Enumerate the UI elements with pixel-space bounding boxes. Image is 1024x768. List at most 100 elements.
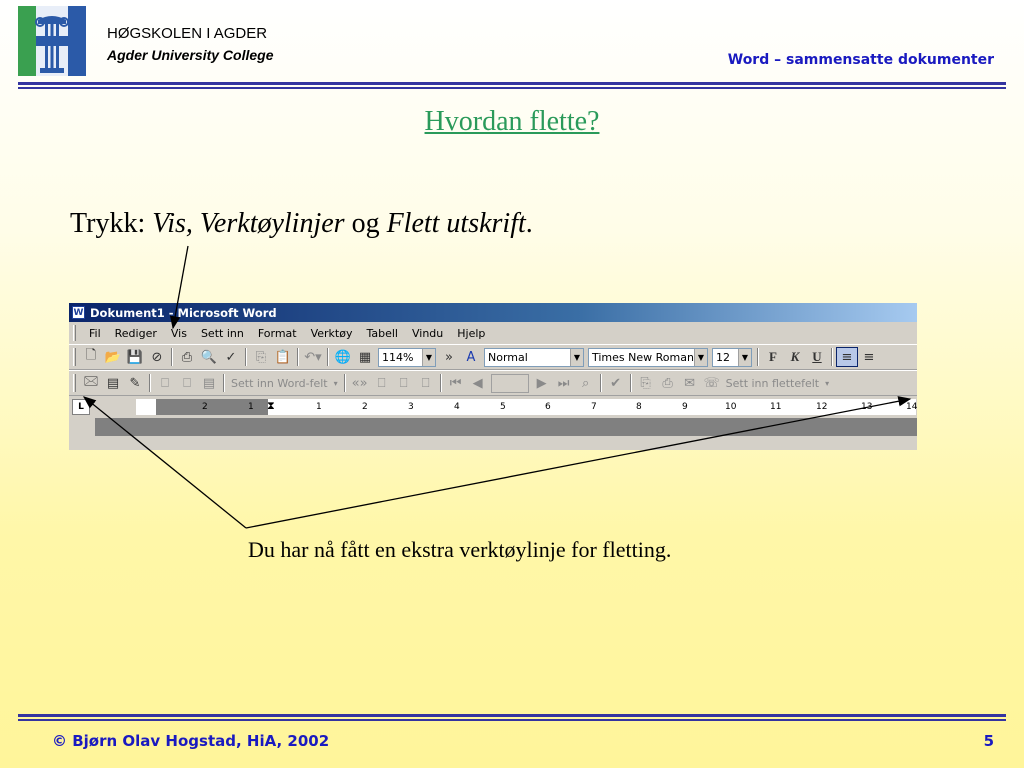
caption-text: Du har nå fått en ekstra verktøylinje fo… [248,537,672,562]
find-entry-icon[interactable]: ⌕ [575,373,597,393]
highlight-fields-icon[interactable]: ⎕ [371,373,393,393]
toolbar-separator [439,374,442,392]
align-left-icon[interactable]: ≡ [836,347,858,367]
horizontal-ruler[interactable]: 2 1 ⧗ 1 2 3 4 5 6 7 8 9 10 11 12 13 14 [136,399,917,415]
next-record-icon[interactable]: ▶ [531,373,553,393]
paste-icon[interactable]: 📋 [272,347,294,367]
ruler-number: 14 [906,402,917,412]
go-to-record-input[interactable] [490,373,529,393]
document-workspace [95,418,917,436]
page-number: 5 [983,732,994,750]
word-menubar: Fil Rediger Vis Sett inn Format Verktøy … [69,322,917,344]
ruler-number: 7 [591,402,597,412]
spelling-icon[interactable]: ✓ [220,347,242,367]
toolbar-separator [327,348,329,366]
match-fields-icon[interactable]: ⎕ [393,373,415,393]
zoom-select[interactable]: 114% ▼ [378,347,436,367]
recipients-icon[interactable]: ✎ [124,373,146,393]
style-value: Normal [488,350,528,364]
italic-button[interactable]: K [784,347,806,367]
insert-merge-fields-icon[interactable]: ▤ [198,373,220,393]
toolbar-separator [831,348,833,366]
school-logo [18,6,86,76]
save-icon[interactable]: 💾 [124,347,146,367]
menu-verktoy[interactable]: Verktøy [304,327,360,340]
merge-to-printer-icon[interactable]: ⎙ [657,373,679,393]
view-merged-data-icon[interactable]: «» [349,373,371,393]
ruler-number: 2 [202,402,208,412]
bold-button[interactable]: F [762,347,784,367]
toolbar-grip[interactable] [73,374,76,392]
menu-tabell[interactable]: Tabell [359,327,405,340]
hyperlink-icon[interactable]: 🌐 [332,347,354,367]
ruler-number: 1 [316,402,322,412]
toolbar-separator [297,348,299,366]
ruler-number: 6 [545,402,551,412]
new-document-icon[interactable]: 🗋 [80,347,102,367]
insert-merge-field-button[interactable]: Sett inn flettefelt [723,377,822,390]
font-size-value: 12 [716,350,730,364]
previous-record-icon[interactable]: ◀ [467,373,489,393]
merge-to-fax-icon[interactable]: ☏ [701,373,723,393]
indent-marker-icon[interactable]: ⧗ [267,399,275,413]
styles-icon[interactable]: A [460,347,482,367]
header-rule [18,87,1006,89]
table-icon[interactable]: ▦ [354,347,376,367]
tab-selector-button[interactable]: L [72,399,90,415]
toolbar-separator [599,374,602,392]
toolbar-grip[interactable] [73,348,76,366]
school-subtitle: Agder University College [107,47,274,63]
menu-rediger[interactable]: Rediger [108,327,164,340]
merge-to-email-icon[interactable]: ✉ [679,373,701,393]
permission-icon[interactable]: ⊘ [146,347,168,367]
school-name: HØGSKOLEN I AGDER [107,25,268,42]
ruler-number: 13 [861,402,873,412]
menu-vis[interactable]: Vis [164,327,194,340]
merge-to-document-icon[interactable]: ⎘ [635,373,657,393]
toolbar-grip[interactable] [73,325,76,341]
insert-word-field-button[interactable]: Sett inn Word-felt [228,377,331,390]
zoom-value: 114% [382,350,414,364]
toolbar-options-icon[interactable]: » [438,347,460,367]
address-block-icon[interactable]: ⎕ [154,373,176,393]
main-document-setup-icon[interactable]: 🖂 [80,373,102,393]
menu-sett-inn[interactable]: Sett inn [194,327,251,340]
chevron-down-icon[interactable]: ▾ [822,373,832,393]
underline-button[interactable]: U [806,347,828,367]
check-errors-icon[interactable]: ✔ [605,373,627,393]
style-select[interactable]: Normal ▼ [484,347,584,367]
last-record-icon[interactable]: ⏭ [553,373,575,393]
undo-icon[interactable]: ↶▾ [302,347,324,367]
ruler-number: 5 [500,402,506,412]
toolbar-separator [171,348,173,366]
first-record-icon[interactable]: ⏮ [445,373,467,393]
menu-vindu[interactable]: Vindu [405,327,450,340]
slide-title: Hvordan flette? [424,106,600,137]
menu-fil[interactable]: Fil [82,327,108,340]
greeting-line-icon[interactable]: ⎕ [176,373,198,393]
propagate-labels-icon[interactable]: ⎕ [415,373,437,393]
print-preview-icon[interactable]: 🔍 [198,347,220,367]
instruction-end: . [525,208,533,239]
menu-hjelp[interactable]: Hjelp [450,327,492,340]
font-value: Times New Roman [592,350,694,364]
chevron-down-icon[interactable]: ▼ [738,348,751,366]
chevron-down-icon[interactable]: ▾ [331,373,341,393]
chevron-down-icon[interactable]: ▼ [694,348,707,366]
menu-format[interactable]: Format [251,327,304,340]
align-center-icon[interactable]: ≡ [858,347,880,367]
print-icon[interactable]: ⎙ [176,347,198,367]
chevron-down-icon[interactable]: ▼ [422,348,435,366]
instruction-prefix: Trykk: [70,208,153,239]
open-folder-icon[interactable]: 📂 [102,347,124,367]
font-select[interactable]: Times New Roman ▼ [588,347,708,367]
open-data-source-icon[interactable]: ▤ [102,373,124,393]
chevron-down-icon[interactable]: ▼ [570,348,583,366]
ruler-number: 8 [636,402,642,412]
word-titlebar: W Dokument1 - Microsoft Word [69,303,917,322]
toolbar-separator [757,348,759,366]
copy-icon[interactable]: ⎘ [250,347,272,367]
font-size-select[interactable]: 12 ▼ [712,347,752,367]
ruler-number: 3 [408,402,414,412]
standard-toolbar: 🗋 📂 💾 ⊘ ⎙ 🔍 ✓ ⎘ 📋 ↶▾ 🌐 ▦ 114% ▼ » A Norm… [69,344,917,370]
